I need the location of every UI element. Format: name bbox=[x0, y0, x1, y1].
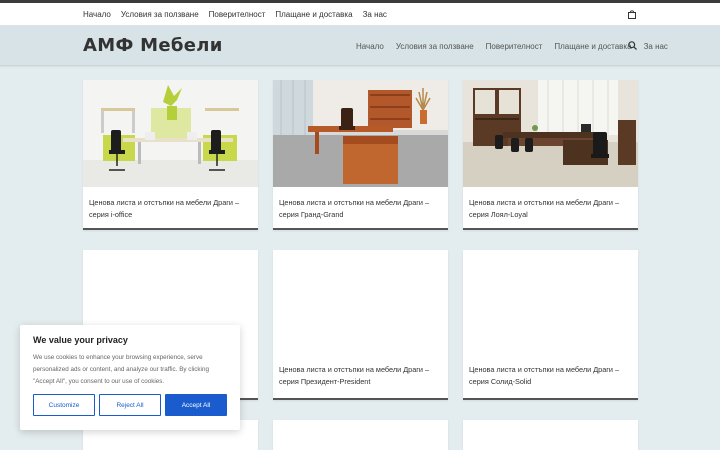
cookie-buttons: Customize Reject All Accept All bbox=[33, 394, 227, 416]
product-card[interactable]: Ценова листа и отстъпки на мебели Драги … bbox=[273, 250, 448, 400]
shopping-bag-icon[interactable] bbox=[628, 10, 636, 19]
product-card[interactable]: Ценова листа и отстъпки на мебели Драги … bbox=[83, 80, 258, 230]
product-title-line1[interactable]: Ценова листа и отстъпки на мебели Драги … bbox=[469, 364, 619, 376]
product-title[interactable]: Ценова листа и отстъпки на мебели Драги … bbox=[273, 187, 448, 228]
site-logo[interactable]: АМФ Мебели bbox=[83, 35, 223, 56]
customize-button[interactable]: Customize bbox=[33, 394, 95, 416]
product-title-line1[interactable]: Ценова листа и отстъпки на мебели Драги … bbox=[279, 364, 429, 376]
product-title-line2[interactable]: серия Президент-President bbox=[279, 376, 429, 388]
product-image-i-office[interactable] bbox=[83, 80, 258, 187]
product-card[interactable] bbox=[273, 420, 448, 450]
main-nav-terms[interactable]: Условия за ползване bbox=[396, 42, 474, 51]
reject-all-button[interactable]: Reject All bbox=[99, 394, 161, 416]
product-card[interactable] bbox=[463, 420, 638, 450]
main-nav-privacy[interactable]: Поверителност bbox=[486, 42, 543, 51]
product-title-line2[interactable]: серия i-office bbox=[89, 209, 252, 221]
product-image-loyal[interactable] bbox=[463, 80, 638, 187]
product-title-line1[interactable]: Ценова листа и отстъпки на мебели Драги … bbox=[469, 197, 632, 209]
product-title-line2[interactable]: серия Гранд-Grand bbox=[279, 209, 442, 221]
cookie-consent-banner: We value your privacy We use cookies to … bbox=[20, 325, 240, 430]
product-title-line2[interactable]: серия Лоял-Loyal bbox=[469, 209, 632, 221]
top-nav-home[interactable]: Начало bbox=[83, 10, 111, 19]
top-nav-privacy[interactable]: Поверителност bbox=[209, 10, 266, 19]
product-card[interactable]: Ценова листа и отстъпки на мебели Драги … bbox=[273, 80, 448, 230]
search-icon[interactable] bbox=[628, 41, 637, 50]
top-nav-about[interactable]: За нас bbox=[363, 10, 387, 19]
product-title[interactable]: Ценова листа и отстъпки на мебели Драги … bbox=[463, 187, 638, 228]
accept-all-button[interactable]: Accept All bbox=[165, 394, 227, 416]
product-title-line1[interactable]: Ценова листа и отстъпки на мебели Драги … bbox=[89, 197, 252, 209]
product-title[interactable]: Ценова листа и отстъпки на мебели Драги … bbox=[83, 187, 258, 228]
product-title-line2[interactable]: серия Солид-Solid bbox=[469, 376, 619, 388]
product-image-grand[interactable] bbox=[273, 80, 448, 187]
main-nav-about[interactable]: За нас bbox=[644, 42, 668, 51]
product-card[interactable]: Ценова листа и отстъпки на мебели Драги … bbox=[463, 80, 638, 230]
top-bar: Начало Условия за ползване Поверителност… bbox=[0, 3, 720, 26]
top-nav-terms[interactable]: Условия за ползване bbox=[121, 10, 199, 19]
product-title[interactable]: Ценова листа и отстъпки на мебели Драги … bbox=[273, 354, 435, 388]
top-nav-payment[interactable]: Плащане и доставка bbox=[275, 10, 352, 19]
product-card[interactable]: Ценова листа и отстъпки на мебели Драги … bbox=[463, 250, 638, 400]
main-nav-home[interactable]: Начало bbox=[356, 42, 384, 51]
product-title-line1[interactable]: Ценова листа и отстъпки на мебели Драги … bbox=[279, 197, 442, 209]
product-title[interactable]: Ценова листа и отстъпки на мебели Драги … bbox=[463, 354, 625, 388]
site-header: АМФ Мебели Начало Условия за ползване По… bbox=[0, 26, 720, 66]
top-nav: Начало Условия за ползване Поверителност… bbox=[83, 10, 397, 19]
cookie-text: We use cookies to enhance your browsing … bbox=[33, 354, 209, 385]
cookie-title: We value your privacy bbox=[33, 335, 128, 345]
main-nav-payment[interactable]: Плащане и доставка bbox=[554, 42, 631, 51]
